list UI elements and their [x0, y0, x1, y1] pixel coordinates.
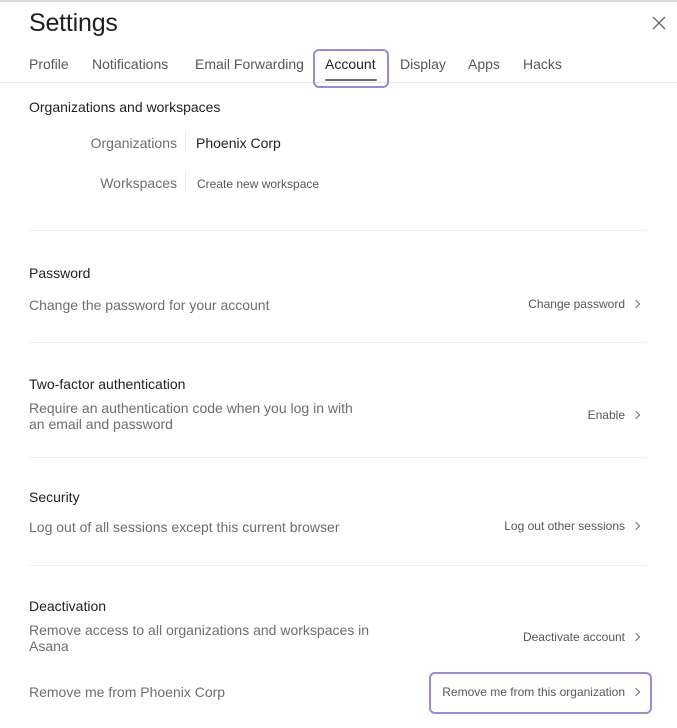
chevron-right-icon — [631, 299, 641, 309]
chevron-right-icon — [631, 410, 641, 420]
tab-focus-ring — [313, 49, 389, 88]
deactivate-account-button[interactable]: Deactivate account — [522, 630, 641, 644]
security-description: Log out of all sessions except this curr… — [29, 519, 340, 535]
divider — [29, 565, 647, 566]
organization-name[interactable]: Phoenix Corp — [196, 135, 281, 151]
section-heading-deactivation: Deactivation — [29, 598, 107, 614]
enable-label: Enable — [587, 408, 625, 422]
section-heading-organizations: Organizations and workspaces — [29, 99, 221, 115]
log-out-other-sessions-label: Log out other sessions — [504, 519, 625, 533]
button-focus-ring — [429, 672, 652, 714]
change-password-button[interactable]: Change password — [528, 297, 641, 311]
section-heading-security: Security — [29, 489, 80, 505]
create-workspace-link[interactable]: Create new workspace — [197, 177, 319, 191]
tab-display[interactable]: Display — [400, 56, 446, 72]
section-heading-two-factor: Two-factor authentication — [29, 376, 186, 392]
deactivation-description-line1: Remove access to all organizations and w… — [29, 622, 370, 638]
divider — [29, 230, 647, 231]
organizations-label: Organizations — [90, 135, 177, 151]
tab-profile[interactable]: Profile — [29, 56, 69, 72]
label-separator — [185, 131, 186, 153]
change-password-label: Change password — [528, 297, 625, 311]
divider — [29, 342, 647, 343]
remove-from-org-description: Remove me from Phoenix Corp — [29, 684, 226, 700]
log-out-other-sessions-button[interactable]: Log out other sessions — [504, 519, 641, 533]
tab-apps[interactable]: Apps — [468, 56, 500, 72]
tab-notifications[interactable]: Notifications — [92, 56, 168, 72]
chevron-right-icon — [631, 632, 641, 642]
divider — [29, 457, 647, 458]
deactivate-account-label: Deactivate account — [522, 630, 625, 644]
deactivation-description-line2: Asana — [29, 638, 69, 654]
workspaces-label: Workspaces — [100, 175, 177, 191]
section-heading-password: Password — [29, 265, 91, 281]
password-description: Change the password for your account — [29, 297, 270, 313]
page-title: Settings — [29, 9, 118, 37]
label-separator — [185, 171, 186, 193]
chevron-right-icon — [631, 521, 641, 531]
close-button[interactable] — [651, 15, 667, 31]
two-factor-description-line2: an email and password — [29, 416, 173, 432]
tab-email-forwarding[interactable]: Email Forwarding — [195, 56, 304, 72]
window-top-border — [0, 0, 677, 2]
two-factor-description-line1: Require an authentication code when you … — [29, 400, 353, 416]
enable-two-factor-button[interactable]: Enable — [587, 408, 641, 422]
tab-hacks[interactable]: Hacks — [523, 56, 562, 72]
close-icon — [652, 16, 666, 30]
